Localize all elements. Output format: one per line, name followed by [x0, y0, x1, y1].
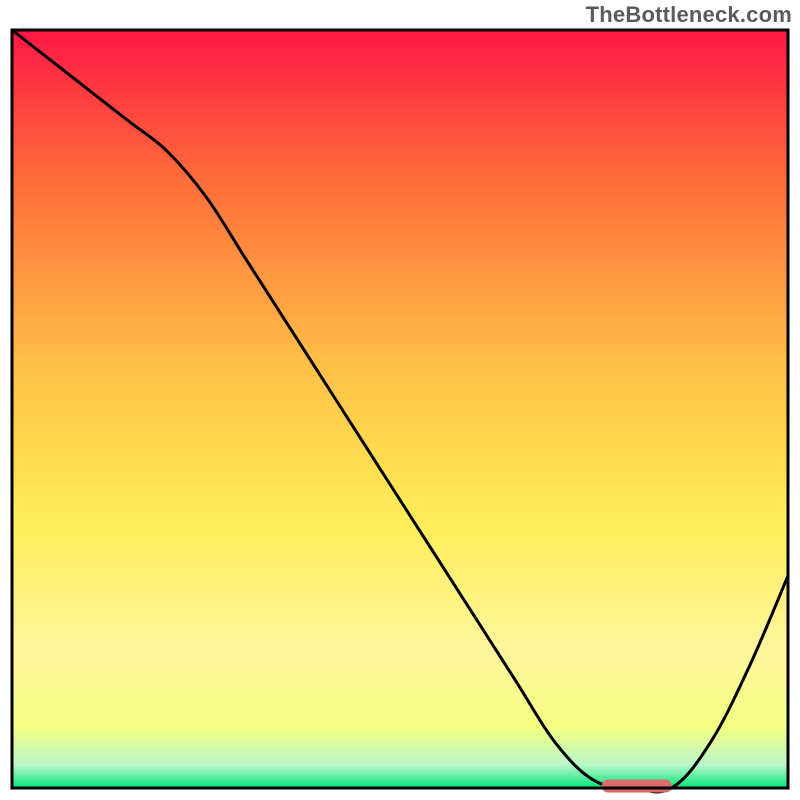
chart-background	[12, 30, 788, 788]
watermark-text: TheBottleneck.com	[586, 2, 792, 28]
bottleneck-chart: TheBottleneck.com	[0, 0, 800, 800]
chart-svg	[0, 0, 800, 800]
optimal-marker	[602, 780, 672, 793]
